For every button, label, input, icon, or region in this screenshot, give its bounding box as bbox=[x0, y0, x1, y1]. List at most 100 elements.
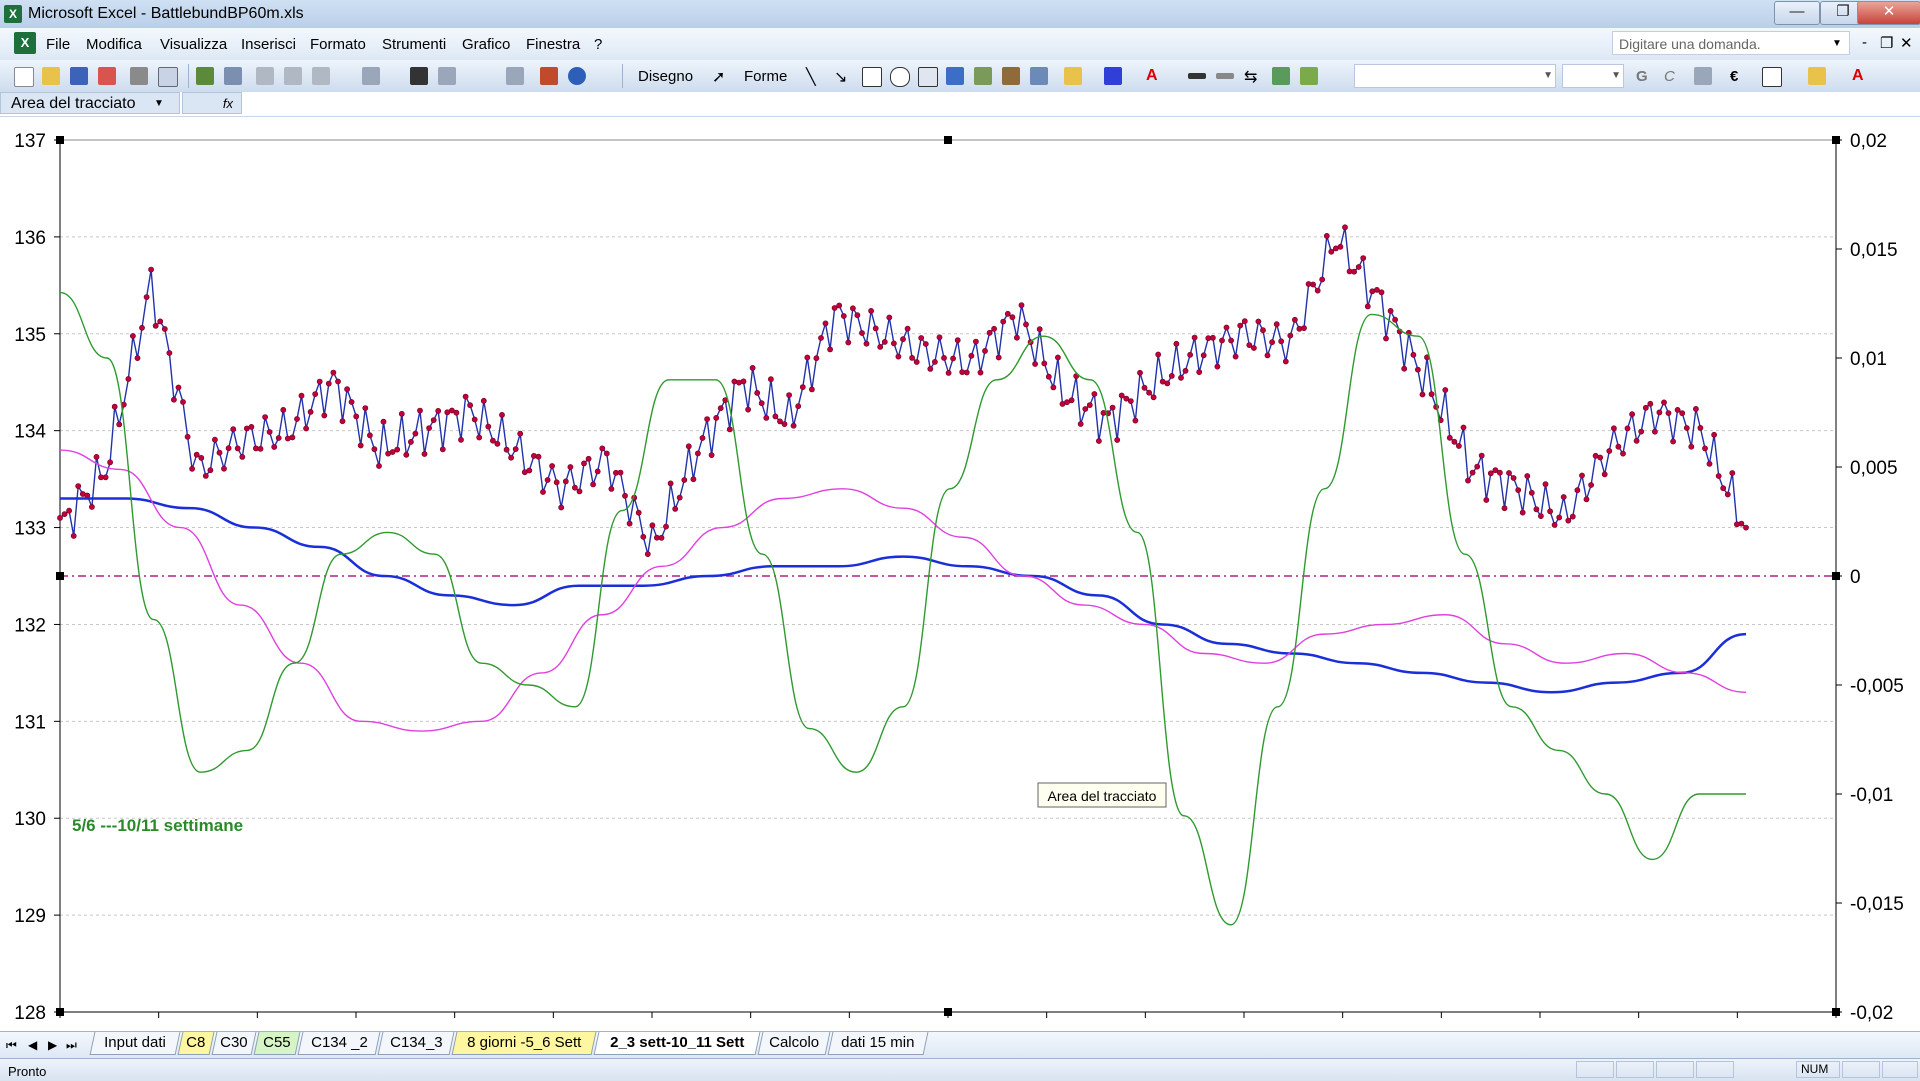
cut-icon[interactable] bbox=[256, 67, 274, 85]
picture-icon[interactable] bbox=[1030, 67, 1048, 85]
research-icon[interactable] bbox=[224, 67, 242, 85]
line-color-icon[interactable] bbox=[1104, 67, 1122, 85]
font-color-icon[interactable]: A bbox=[1146, 67, 1164, 85]
sheet-tab[interactable]: C134_3 bbox=[377, 1032, 455, 1055]
name-box-dropdown-icon[interactable]: ▼ bbox=[154, 98, 164, 109]
selection-handle[interactable] bbox=[944, 136, 952, 144]
permission-icon[interactable] bbox=[98, 67, 116, 85]
selection-handle[interactable] bbox=[1832, 1008, 1840, 1016]
align-icon[interactable] bbox=[1694, 67, 1712, 85]
print-preview-icon[interactable] bbox=[158, 67, 178, 87]
selection-handle[interactable] bbox=[1832, 136, 1840, 144]
selection-handle[interactable] bbox=[944, 1008, 952, 1016]
data-point bbox=[1442, 387, 1449, 393]
bold-button[interactable]: G bbox=[1636, 68, 1648, 85]
workbook-close-button[interactable]: ✕ bbox=[1900, 34, 1913, 52]
copy-icon[interactable] bbox=[284, 67, 302, 85]
sheet-tab[interactable]: Calcolo bbox=[757, 1032, 831, 1055]
sheet-tab[interactable]: Input dati bbox=[89, 1032, 181, 1055]
cell-font-color-icon[interactable]: A bbox=[1852, 67, 1870, 85]
data-point bbox=[667, 480, 674, 487]
help-question-input[interactable]: Digitare una domanda. bbox=[1612, 31, 1850, 55]
undo-icon[interactable] bbox=[362, 67, 380, 85]
dash-style-icon[interactable] bbox=[1216, 73, 1234, 79]
euro-currency-button[interactable]: € bbox=[1730, 68, 1738, 85]
selection-handle[interactable] bbox=[56, 1008, 64, 1016]
data-point bbox=[234, 445, 241, 452]
data-point bbox=[608, 485, 615, 492]
chart-wizard-icon[interactable] bbox=[540, 67, 558, 85]
sheet-tab[interactable]: 2_3 sett-10_11 Sett bbox=[593, 1032, 761, 1055]
sheet-tab[interactable]: C55 bbox=[253, 1032, 301, 1055]
insert-hyperlink-icon[interactable] bbox=[410, 67, 428, 85]
sheet-tab[interactable]: dati 15 min bbox=[827, 1032, 929, 1055]
3d-style-icon[interactable] bbox=[1300, 67, 1318, 85]
font-size-dropdown[interactable]: ▼ bbox=[1562, 64, 1624, 88]
clipart-icon[interactable] bbox=[1002, 67, 1020, 85]
sheet-tab[interactable]: 8 giorni -5_6 Sett bbox=[451, 1032, 597, 1055]
spelling-icon[interactable] bbox=[196, 67, 214, 85]
menu-formato[interactable]: Formato bbox=[310, 36, 366, 53]
rectangle-tool-icon[interactable] bbox=[862, 67, 882, 87]
selection-handle[interactable] bbox=[1832, 572, 1840, 580]
font-name-dropdown[interactable]: ▼ bbox=[1354, 64, 1556, 88]
help-dropdown-arrow-icon[interactable]: ▼ bbox=[1832, 38, 1842, 49]
menu-help[interactable]: ? bbox=[594, 36, 602, 53]
menu-grafico[interactable]: Grafico bbox=[462, 36, 510, 53]
name-box[interactable]: Area del tracciato bbox=[0, 92, 180, 114]
drawing-menu-button[interactable]: Disegno bbox=[638, 68, 693, 85]
chart-area[interactable]: 128 129 130 131 132 133 134 135 136 137 -0,02 -0,01… bbox=[0, 117, 1920, 1031]
menu-visualizza[interactable]: Visualizza bbox=[160, 36, 227, 53]
menu-file[interactable]: File bbox=[46, 36, 70, 53]
data-point bbox=[977, 369, 984, 376]
borders-icon[interactable] bbox=[1762, 67, 1782, 87]
selection-handle[interactable] bbox=[56, 572, 64, 580]
autosum-icon[interactable] bbox=[438, 67, 456, 85]
shadow-icon[interactable] bbox=[1272, 67, 1290, 85]
last-sheet-icon[interactable]: ⏭ bbox=[66, 1038, 77, 1053]
new-file-icon[interactable] bbox=[14, 67, 34, 87]
data-point bbox=[376, 463, 382, 469]
autoshapes-menu-button[interactable]: Forme bbox=[744, 68, 787, 85]
data-point bbox=[708, 452, 715, 458]
prev-sheet-icon[interactable]: ◀ bbox=[28, 1038, 37, 1052]
line-style-icon[interactable] bbox=[1188, 73, 1206, 79]
next-sheet-icon[interactable]: ▶ bbox=[48, 1038, 57, 1052]
print-icon[interactable] bbox=[130, 67, 148, 85]
paste-icon[interactable] bbox=[312, 67, 330, 85]
close-button[interactable]: ✕ bbox=[1857, 1, 1920, 25]
workbook-icon[interactable]: X bbox=[14, 32, 36, 54]
sheet-tab[interactable]: C134 _2 bbox=[297, 1032, 381, 1055]
oval-tool-icon[interactable] bbox=[890, 67, 910, 87]
diagram-icon[interactable] bbox=[974, 67, 992, 85]
data-point bbox=[1018, 302, 1025, 309]
italic-button[interactable]: C bbox=[1664, 68, 1675, 85]
line-tool-icon[interactable]: ╲ bbox=[806, 67, 824, 86]
sheet-tab[interactable]: C8 bbox=[177, 1032, 215, 1055]
wordart-icon[interactable] bbox=[946, 67, 964, 85]
help-icon[interactable] bbox=[568, 67, 586, 85]
workbook-restore-button[interactable]: ❐ bbox=[1880, 34, 1893, 52]
textbox-tool-icon[interactable] bbox=[918, 67, 938, 87]
menu-finestra[interactable]: Finestra bbox=[526, 36, 580, 53]
fill-color-icon[interactable] bbox=[1064, 67, 1082, 85]
data-point bbox=[107, 459, 113, 466]
sort-icon[interactable] bbox=[506, 67, 524, 85]
menu-strumenti[interactable]: Strumenti bbox=[382, 36, 446, 53]
workbook-minimize-button[interactable]: - bbox=[1862, 34, 1867, 51]
select-pointer-icon[interactable]: ➚ bbox=[712, 67, 730, 86]
save-icon[interactable] bbox=[70, 67, 88, 85]
selection-handle[interactable] bbox=[56, 136, 64, 144]
sheet-tab[interactable]: C30 bbox=[211, 1032, 257, 1055]
menu-modifica[interactable]: Modifica bbox=[86, 36, 142, 53]
data-point bbox=[184, 433, 191, 440]
excel-app-icon[interactable]: X bbox=[4, 5, 22, 23]
cell-fill-icon[interactable] bbox=[1808, 67, 1826, 85]
arrow-style-icon[interactable]: ⇆ bbox=[1244, 67, 1262, 86]
open-folder-icon[interactable] bbox=[42, 67, 60, 85]
insert-function-button[interactable]: fx bbox=[182, 92, 242, 114]
menu-inserisci[interactable]: Inserisci bbox=[241, 36, 296, 53]
first-sheet-icon[interactable]: ⏮ bbox=[6, 1038, 17, 1053]
arrow-tool-icon[interactable]: ↘ bbox=[834, 67, 852, 86]
minimize-button[interactable]: — bbox=[1774, 1, 1820, 25]
